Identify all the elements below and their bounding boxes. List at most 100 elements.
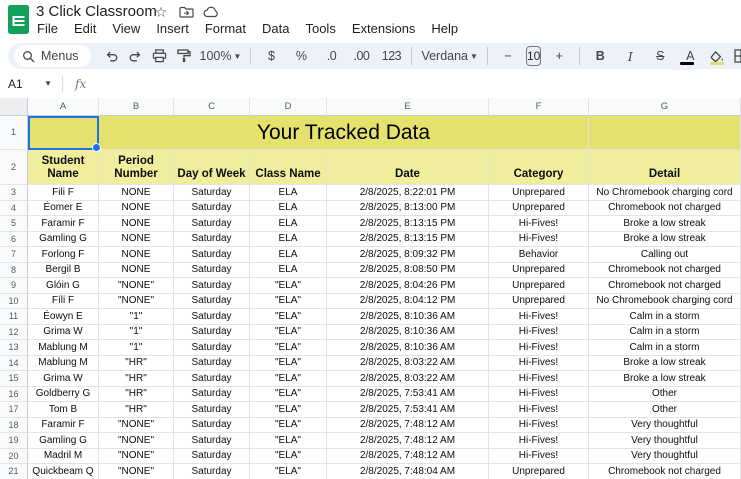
cell-F15[interactable]: Hi-Fives! xyxy=(489,371,589,387)
cell-A16[interactable]: Goldberry G xyxy=(28,387,99,403)
cell-E8[interactable]: 2/8/2025, 8:08:50 PM xyxy=(327,263,489,279)
cell-D14[interactable]: "ELA" xyxy=(250,356,327,372)
menu-tools[interactable]: Tools xyxy=(297,21,343,36)
bold-button[interactable]: B xyxy=(586,45,614,67)
decrease-font-size-button[interactable]: − xyxy=(494,45,522,67)
menu-edit[interactable]: Edit xyxy=(66,21,104,36)
row-number[interactable]: 6 xyxy=(0,232,28,248)
row-number[interactable]: 19 xyxy=(0,433,28,449)
cell-D15[interactable]: "ELA" xyxy=(250,371,327,387)
cell-B20[interactable]: "NONE" xyxy=(99,449,174,465)
cell-G11[interactable]: Calm in a storm xyxy=(589,309,741,325)
cell-A15[interactable]: Grima W xyxy=(28,371,99,387)
cell-E7[interactable]: 2/8/2025, 8:09:32 PM xyxy=(327,247,489,263)
cell-D5[interactable]: ELA xyxy=(250,216,327,232)
cell-B7[interactable]: NONE xyxy=(99,247,174,263)
menu-file[interactable]: File xyxy=(29,21,66,36)
row-number[interactable]: 8 xyxy=(0,263,28,279)
cell-G17[interactable]: Other xyxy=(589,402,741,418)
cell-C6[interactable]: Saturday xyxy=(174,232,250,248)
star-icon[interactable]: ☆ xyxy=(153,4,169,20)
header-cell-F2[interactable]: Category xyxy=(489,150,589,185)
cell-C10[interactable]: Saturday xyxy=(174,294,250,310)
cell-G21[interactable]: Chromebook not charged xyxy=(589,464,741,479)
cell-G18[interactable]: Very thoughtful xyxy=(589,418,741,434)
cell-D11[interactable]: "ELA" xyxy=(250,309,327,325)
cell-A13[interactable]: Mablung M xyxy=(28,340,99,356)
cell-D10[interactable]: "ELA" xyxy=(250,294,327,310)
cell-E19[interactable]: 2/8/2025, 7:48:12 AM xyxy=(327,433,489,449)
document-title[interactable]: 3 Click Classroom xyxy=(36,3,157,20)
row-number[interactable]: 2 xyxy=(0,150,28,185)
row-number[interactable]: 16 xyxy=(0,387,28,403)
cell-B11[interactable]: "1" xyxy=(99,309,174,325)
row-number[interactable]: 7 xyxy=(0,247,28,263)
row-number[interactable]: 3 xyxy=(0,185,28,201)
cell-A4[interactable]: Éomer E xyxy=(28,201,99,217)
menu-help[interactable]: Help xyxy=(423,21,466,36)
redo-button[interactable] xyxy=(125,45,147,67)
cell-A12[interactable]: Grima W xyxy=(28,325,99,341)
row-number[interactable]: 10 xyxy=(0,294,28,310)
cell-E13[interactable]: 2/8/2025, 8:10:36 AM xyxy=(327,340,489,356)
cell-C3[interactable]: Saturday xyxy=(174,185,250,201)
column-header-C[interactable]: C xyxy=(174,98,250,116)
cell-D17[interactable]: "ELA" xyxy=(250,402,327,418)
cell-A17[interactable]: Tom B xyxy=(28,402,99,418)
cell-F17[interactable]: Hi-Fives! xyxy=(489,402,589,418)
cell-C21[interactable]: Saturday xyxy=(174,464,250,479)
cell-B13[interactable]: "1" xyxy=(99,340,174,356)
menu-data[interactable]: Data xyxy=(254,21,297,36)
menu-insert[interactable]: Insert xyxy=(148,21,197,36)
cell-E17[interactable]: 2/8/2025, 7:53:41 AM xyxy=(327,402,489,418)
format-percent-button[interactable]: % xyxy=(287,45,315,67)
cell-F13[interactable]: Hi-Fives! xyxy=(489,340,589,356)
cell-A21[interactable]: Quickbeam Q xyxy=(28,464,99,479)
cell-G12[interactable]: Calm in a storm xyxy=(589,325,741,341)
more-formats-button[interactable]: 123 xyxy=(377,45,405,67)
cell-C12[interactable]: Saturday xyxy=(174,325,250,341)
row-number[interactable]: 21 xyxy=(0,464,28,479)
cell-G19[interactable]: Very thoughtful xyxy=(589,433,741,449)
format-currency-button[interactable]: $ xyxy=(257,45,285,67)
cell-G3[interactable]: No Chromebook charging cord xyxy=(589,185,741,201)
row-number[interactable]: 5 xyxy=(0,216,28,232)
cell-B9[interactable]: "NONE" xyxy=(99,278,174,294)
formula-input[interactable] xyxy=(86,70,741,97)
cell-F19[interactable]: Hi-Fives! xyxy=(489,433,589,449)
cell-B5[interactable]: NONE xyxy=(99,216,174,232)
column-header-E[interactable]: E xyxy=(327,98,489,116)
cell-G4[interactable]: Chromebook not charged xyxy=(589,201,741,217)
font-select[interactable]: Verdana▼ xyxy=(418,45,481,67)
cell-A6[interactable]: Gamling G xyxy=(28,232,99,248)
decrease-decimal-button[interactable]: .0 xyxy=(317,45,345,67)
cell-D8[interactable]: ELA xyxy=(250,263,327,279)
cell-B4[interactable]: NONE xyxy=(99,201,174,217)
column-header-A[interactable]: A xyxy=(28,98,99,116)
cell-F14[interactable]: Hi-Fives! xyxy=(489,356,589,372)
fill-color-button[interactable] xyxy=(706,45,728,67)
cell-B21[interactable]: "NONE" xyxy=(99,464,174,479)
cell-A10[interactable]: Fíli F xyxy=(28,294,99,310)
cell-E5[interactable]: 2/8/2025, 8:13:15 PM xyxy=(327,216,489,232)
row-number[interactable]: 14 xyxy=(0,356,28,372)
cell-B17[interactable]: "HR" xyxy=(99,402,174,418)
cell-D13[interactable]: "ELA" xyxy=(250,340,327,356)
paint-format-button[interactable] xyxy=(173,45,195,67)
cell-G8[interactable]: Chromebook not charged xyxy=(589,263,741,279)
cell-C11[interactable]: Saturday xyxy=(174,309,250,325)
cell-A7[interactable]: Forlong F xyxy=(28,247,99,263)
cell-A3[interactable]: Fili F xyxy=(28,185,99,201)
cell-B6[interactable]: NONE xyxy=(99,232,174,248)
undo-button[interactable] xyxy=(101,45,123,67)
column-header-D[interactable]: D xyxy=(250,98,327,116)
cell-G10[interactable]: No Chromebook charging cord xyxy=(589,294,741,310)
merged-title-cell[interactable]: Your Tracked Data xyxy=(99,116,589,150)
cell-F6[interactable]: Hi-Fives! xyxy=(489,232,589,248)
cell-F8[interactable]: Unprepared xyxy=(489,263,589,279)
name-box[interactable]: A1 ▼ xyxy=(0,77,58,91)
cell-D3[interactable]: ELA xyxy=(250,185,327,201)
increase-decimal-button[interactable]: .00 xyxy=(347,45,375,67)
cell-C5[interactable]: Saturday xyxy=(174,216,250,232)
move-folder-icon[interactable] xyxy=(178,4,194,20)
